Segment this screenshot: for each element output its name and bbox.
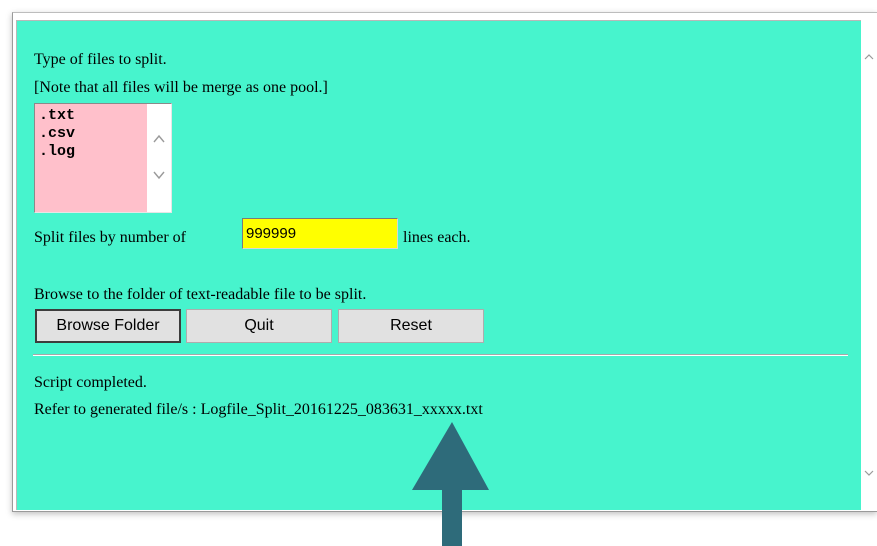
reset-button[interactable]: Reset [338,309,484,343]
up-arrow-icon [412,422,489,546]
chevron-down-icon[interactable] [153,170,165,180]
quit-button[interactable]: Quit [186,309,332,343]
chevron-up-icon[interactable] [864,52,874,62]
merge-note: [Note that all files will be merge as on… [34,79,328,96]
chevron-down-icon[interactable] [864,468,874,478]
status-output-file: Refer to generated file/s : Logfile_Spli… [34,401,483,418]
file-types-listbox[interactable]: .txt .csv .log [34,103,172,213]
status-completed: Script completed. [34,374,147,391]
page-scrollbar[interactable] [861,20,877,510]
chevron-up-icon[interactable] [153,134,165,144]
browse-instruction: Browse to the folder of text-readable fi… [34,286,367,303]
split-lines-suffix: lines each. [403,229,471,246]
file-types-label: Type of files to split. [34,51,167,68]
lines-per-file-input[interactable] [242,218,398,249]
listbox-scrollbar[interactable] [147,104,171,212]
split-lines-prefix: Split files by number of [34,229,186,246]
divider [33,354,848,356]
browse-folder-button[interactable]: Browse Folder [35,309,181,343]
